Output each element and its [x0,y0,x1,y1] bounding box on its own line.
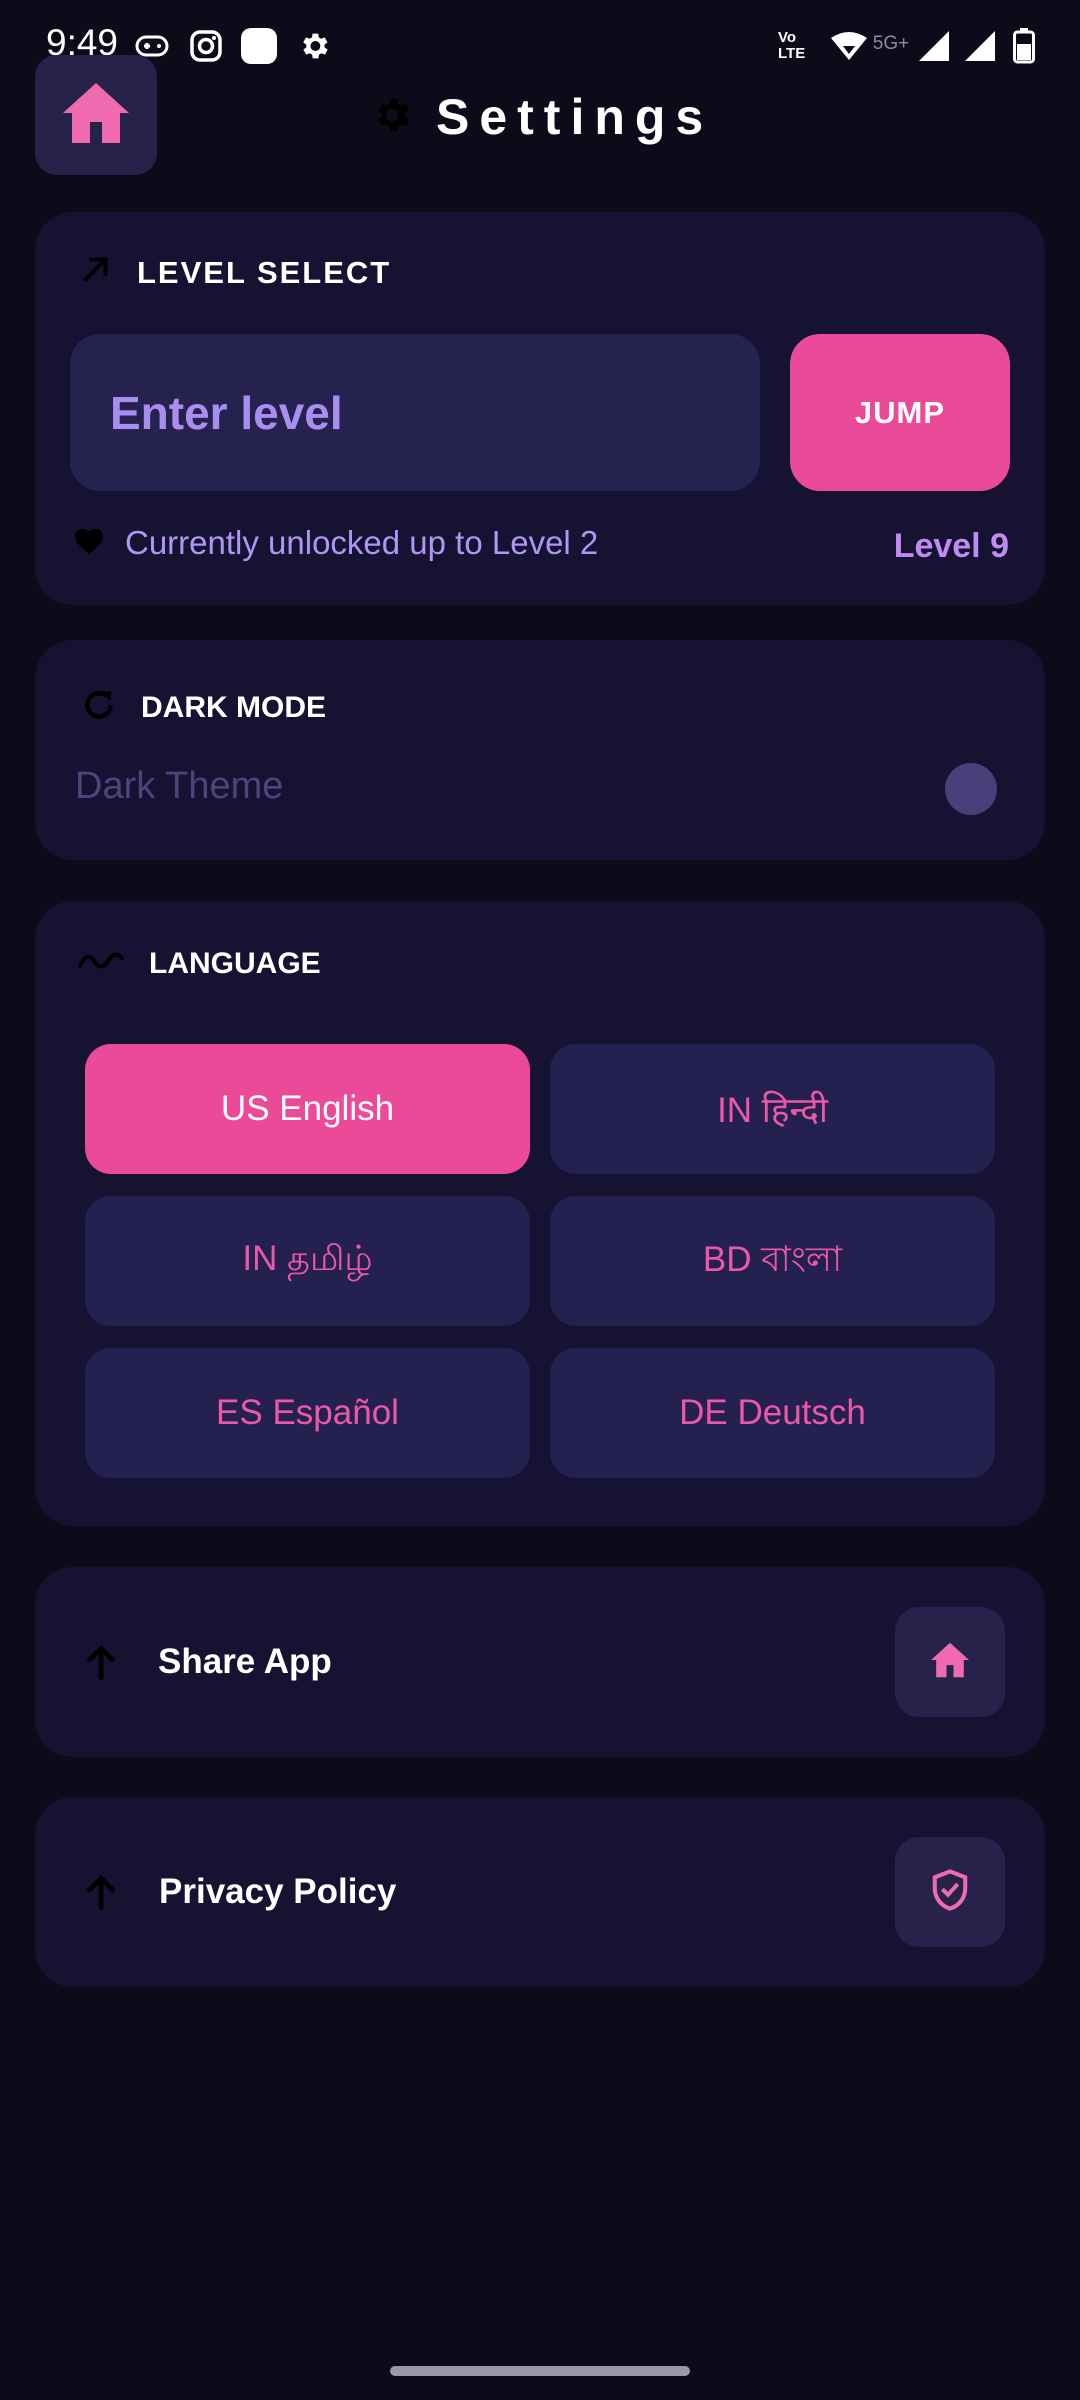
dark-mode-title: DARK MODE [141,690,326,724]
language-title: LANGUAGE [149,946,321,980]
share-app-label: Share App [158,1642,332,1681]
share-app-button[interactable] [895,1607,1005,1717]
home-indicator[interactable] [390,2366,690,2376]
wifi-icon [828,26,870,66]
volte-icon: Vo LTE [778,29,806,62]
app-icon [238,26,280,66]
dark-mode-card: DARK MODE Dark Theme [35,640,1045,860]
home-icon [59,80,133,151]
language-option-tamil[interactable]: IN தமிழ் [85,1196,530,1326]
dark-theme-toggle[interactable] [945,763,997,815]
heart-icon [73,526,105,561]
privacy-policy-button[interactable] [895,1837,1005,1947]
instagram-icon [186,26,226,66]
language-option-bangla[interactable]: BD বাংলা [550,1196,995,1326]
level-select-title: LEVEL SELECT [137,254,392,290]
signal-icon [962,26,998,66]
shield-check-icon [929,1868,971,1917]
network-type: 5G+ [872,33,910,54]
signal-icon [916,26,952,66]
language-option-spanish[interactable]: ES Español [85,1348,530,1478]
share-app-row[interactable]: Share App [35,1567,1045,1757]
arrow-up-icon [79,1641,123,1690]
arrow-up-icon [79,1871,123,1920]
wave-icon [77,946,125,981]
dark-theme-label: Dark Theme [75,765,284,807]
language-option-german[interactable]: DE Deutsch [550,1348,995,1478]
battery-icon [1010,26,1038,66]
level-input[interactable] [70,334,760,491]
max-level-label: Level 9 [893,527,1009,565]
refresh-icon [79,685,119,730]
page-title: Settings [436,89,714,145]
home-button[interactable] [35,55,157,175]
level-select-card: LEVEL SELECT JUMP Currently unlocked up … [35,212,1045,605]
privacy-policy-row[interactable]: Privacy Policy [35,1797,1045,1987]
home-icon [929,1641,971,1684]
level-select-header: LEVEL SELECT [77,252,391,293]
language-header: LANGUAGE [77,946,321,981]
unlock-info: Currently unlocked up to Level 2 [73,524,598,562]
language-option-hindi[interactable]: IN हिन्दी [550,1044,995,1174]
status-bar: 9:49 Vo LTE 5G+ [0,0,1080,92]
page-header: Settings [370,82,713,152]
jump-button[interactable]: JUMP [790,334,1010,491]
arrow-up-right-icon [77,252,113,293]
language-option-english[interactable]: US English [85,1044,530,1174]
language-card: LANGUAGE US English IN हिन्दी IN தமிழ் B… [35,901,1045,1526]
settings-icon [294,26,334,66]
privacy-policy-label: Privacy Policy [159,1872,397,1911]
unlocked-level-text: Currently unlocked up to Level 2 [125,524,599,561]
gear-icon [370,93,414,142]
dark-mode-header: DARK MODE [79,685,326,730]
